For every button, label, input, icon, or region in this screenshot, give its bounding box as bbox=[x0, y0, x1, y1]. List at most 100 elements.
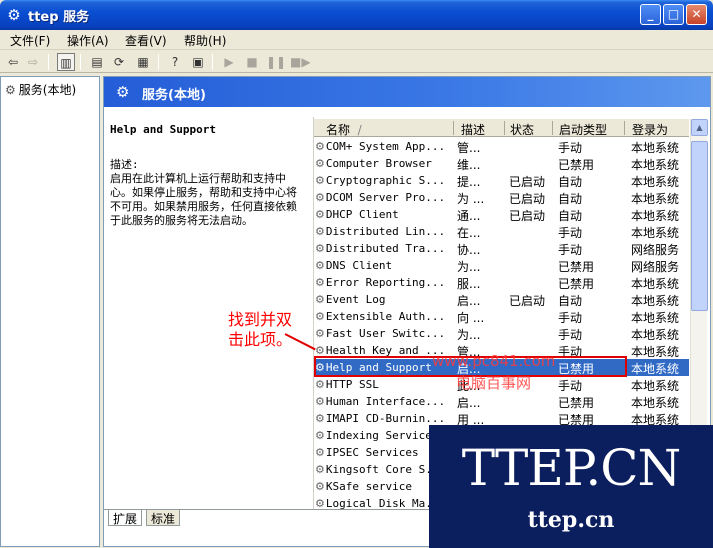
service-row[interactable]: ⚙Distributed Tra... 协... 手动 网络服务 bbox=[314, 240, 689, 257]
column-separator[interactable] bbox=[552, 121, 553, 135]
window-title: ttep 服务 bbox=[28, 10, 90, 25]
column-separator[interactable] bbox=[453, 121, 454, 135]
service-description-cell: 启... bbox=[457, 294, 481, 308]
stop-service-icon[interactable]: ■ bbox=[243, 53, 261, 71]
service-row[interactable]: ⚙Computer Browser 维... 已禁用 本地系统 bbox=[314, 155, 689, 172]
service-startup-cell: 手动 bbox=[558, 328, 583, 342]
export-list-icon[interactable]: ▦ bbox=[134, 53, 152, 71]
service-startup-cell: 已禁用 bbox=[558, 158, 595, 172]
service-gear-icon: ⚙ bbox=[315, 242, 325, 255]
service-logon-cell: 本地系统 bbox=[631, 328, 680, 342]
service-name-cell: ⚙DHCP Client bbox=[315, 208, 399, 221]
service-startup-cell: 自动 bbox=[558, 192, 583, 206]
service-row[interactable]: ⚙Cryptographic S... 提... 已启动 自动 本地系统 bbox=[314, 172, 689, 189]
service-gear-icon: ⚙ bbox=[315, 480, 325, 493]
column-header-description[interactable]: 描述 bbox=[461, 121, 485, 138]
service-row[interactable]: ⚙COM+ System App... 管... 手动 本地系统 bbox=[314, 138, 689, 155]
column-header-name[interactable]: 名称 / bbox=[326, 121, 362, 138]
console-icon[interactable]: ▣ bbox=[189, 53, 207, 71]
menu-action[interactable]: 操作(A) bbox=[67, 32, 109, 49]
service-name-cell: ⚙Human Interface... bbox=[315, 395, 446, 408]
title-bar[interactable]: ⚙ ttep 服务 _ □ ✕ bbox=[0, 0, 713, 30]
service-row[interactable]: ⚙DNS Client 为... 已禁用 网络服务 bbox=[314, 257, 689, 274]
service-gear-icon: ⚙ bbox=[315, 225, 325, 238]
forward-arrow-icon[interactable]: ⇨ bbox=[24, 53, 42, 71]
maximize-button[interactable]: □ bbox=[663, 4, 684, 25]
back-arrow-icon[interactable]: ⇦ bbox=[4, 53, 22, 71]
service-description-cell: 在... bbox=[457, 226, 481, 240]
service-row[interactable]: ⚙Human Interface... 启... 已禁用 本地系统 bbox=[314, 393, 689, 410]
service-logon-cell: 本地系统 bbox=[631, 277, 680, 291]
service-gear-icon: ⚙ bbox=[315, 259, 325, 272]
service-name-cell: ⚙Event Log bbox=[315, 293, 386, 306]
show-hide-tree-icon[interactable]: ▥ bbox=[57, 53, 75, 71]
service-startup-cell: 自动 bbox=[558, 209, 583, 223]
menu-bar: 文件(F) 操作(A) 查看(V) 帮助(H) bbox=[0, 30, 713, 50]
restart-service-icon[interactable]: ■▶ bbox=[290, 53, 311, 71]
column-separator[interactable] bbox=[624, 121, 625, 135]
service-logon-cell: 本地系统 bbox=[631, 226, 680, 240]
service-startup-cell: 手动 bbox=[558, 311, 583, 325]
tab-standard[interactable]: 标准 bbox=[146, 510, 181, 526]
column-header-startup-type[interactable]: 启动类型 bbox=[559, 121, 607, 138]
minimize-button[interactable]: _ bbox=[640, 4, 661, 25]
properties-icon[interactable]: ▤ bbox=[88, 53, 106, 71]
service-row[interactable]: ⚙Extensible Auth... 向 ... 手动 本地系统 bbox=[314, 308, 689, 325]
service-row[interactable]: ⚙DHCP Client 通... 已启动 自动 本地系统 bbox=[314, 206, 689, 223]
toolbar-separator bbox=[158, 54, 159, 70]
service-startup-cell: 自动 bbox=[558, 294, 583, 308]
service-logon-cell: 本地系统 bbox=[631, 175, 680, 189]
service-startup-cell: 已禁用 bbox=[558, 396, 595, 410]
service-gear-icon: ⚙ bbox=[315, 446, 325, 459]
service-gear-icon: ⚙ bbox=[315, 174, 325, 187]
service-row[interactable]: ⚙Distributed Lin... 在... 手动 本地系统 bbox=[314, 223, 689, 240]
service-row[interactable]: ⚙Error Reporting... 服... 已禁用 本地系统 bbox=[314, 274, 689, 291]
refresh-icon[interactable]: ⟳ bbox=[110, 53, 128, 71]
column-header-logon[interactable]: 登录为 bbox=[632, 121, 668, 138]
service-logon-cell: 本地系统 bbox=[631, 362, 680, 376]
service-description-cell: 协... bbox=[457, 243, 481, 257]
service-gear-icon: ⚙ bbox=[315, 378, 325, 391]
service-name-cell: ⚙Computer Browser bbox=[315, 157, 432, 170]
tree-item-services-local[interactable]: ⚙ 服务(本地) bbox=[5, 81, 76, 98]
service-logon-cell: 网络服务 bbox=[631, 243, 680, 257]
column-separator[interactable] bbox=[504, 121, 505, 135]
logo-text-small: ttep.cn bbox=[527, 507, 615, 533]
service-gear-icon: ⚙ bbox=[315, 208, 325, 221]
help-icon[interactable]: ? bbox=[166, 53, 184, 71]
service-row[interactable]: ⚙Event Log 启... 已启动 自动 本地系统 bbox=[314, 291, 689, 308]
service-description-cell: 为 ... bbox=[457, 192, 485, 206]
start-service-icon[interactable]: ▶ bbox=[220, 53, 238, 71]
service-row[interactable]: ⚙DCOM Server Pro... 为 ... 已启动 自动 本地系统 bbox=[314, 189, 689, 206]
column-header-status[interactable]: 状态 bbox=[510, 121, 534, 138]
service-logon-cell: 本地系统 bbox=[631, 379, 680, 393]
service-logon-cell: 本地系统 bbox=[631, 192, 680, 206]
panel-header: ⚙ 服务(本地) bbox=[104, 77, 710, 107]
pause-service-icon[interactable]: ❚❚ bbox=[266, 53, 286, 71]
watermark-url: www.pc841.com bbox=[432, 352, 556, 370]
service-startup-cell: 手动 bbox=[558, 226, 583, 240]
toolbar-separator bbox=[80, 54, 81, 70]
close-button[interactable]: ✕ bbox=[686, 4, 707, 25]
service-startup-cell: 手动 bbox=[558, 141, 583, 155]
service-name-cell: ⚙Distributed Lin... bbox=[315, 225, 446, 238]
service-gear-icon: ⚙ bbox=[315, 497, 325, 509]
service-gear-icon: ⚙ bbox=[315, 293, 325, 306]
toolbar: ⇦ ⇨ ▥ ▤ ⟳ ▦ ? ▣ ▶ ■ ❚❚ ■▶ bbox=[0, 51, 713, 73]
service-description-cell: 通... bbox=[457, 209, 481, 223]
service-name-cell: ⚙IMAPI CD-Burnin... bbox=[315, 412, 446, 425]
service-gear-icon: ⚙ bbox=[315, 463, 325, 476]
scrollbar-thumb[interactable] bbox=[691, 141, 708, 311]
console-tree: ⚙ 服务(本地) bbox=[0, 76, 100, 547]
menu-view[interactable]: 查看(V) bbox=[125, 32, 167, 49]
menu-help[interactable]: 帮助(H) bbox=[184, 32, 226, 49]
service-startup-cell: 已禁用 bbox=[558, 277, 595, 291]
service-gear-icon: ⚙ bbox=[315, 140, 325, 153]
service-row[interactable]: ⚙Fast User Switc... 为... 手动 本地系统 bbox=[314, 325, 689, 342]
scroll-up-icon[interactable]: ▲ bbox=[691, 119, 708, 136]
annotation-text: 击此项。 bbox=[228, 330, 293, 349]
services-gear-icon: ⚙ bbox=[7, 6, 21, 24]
logo-text-large: TTEP.CN bbox=[461, 439, 682, 497]
tab-extended[interactable]: 扩展 bbox=[108, 510, 143, 526]
menu-file[interactable]: 文件(F) bbox=[10, 32, 50, 49]
